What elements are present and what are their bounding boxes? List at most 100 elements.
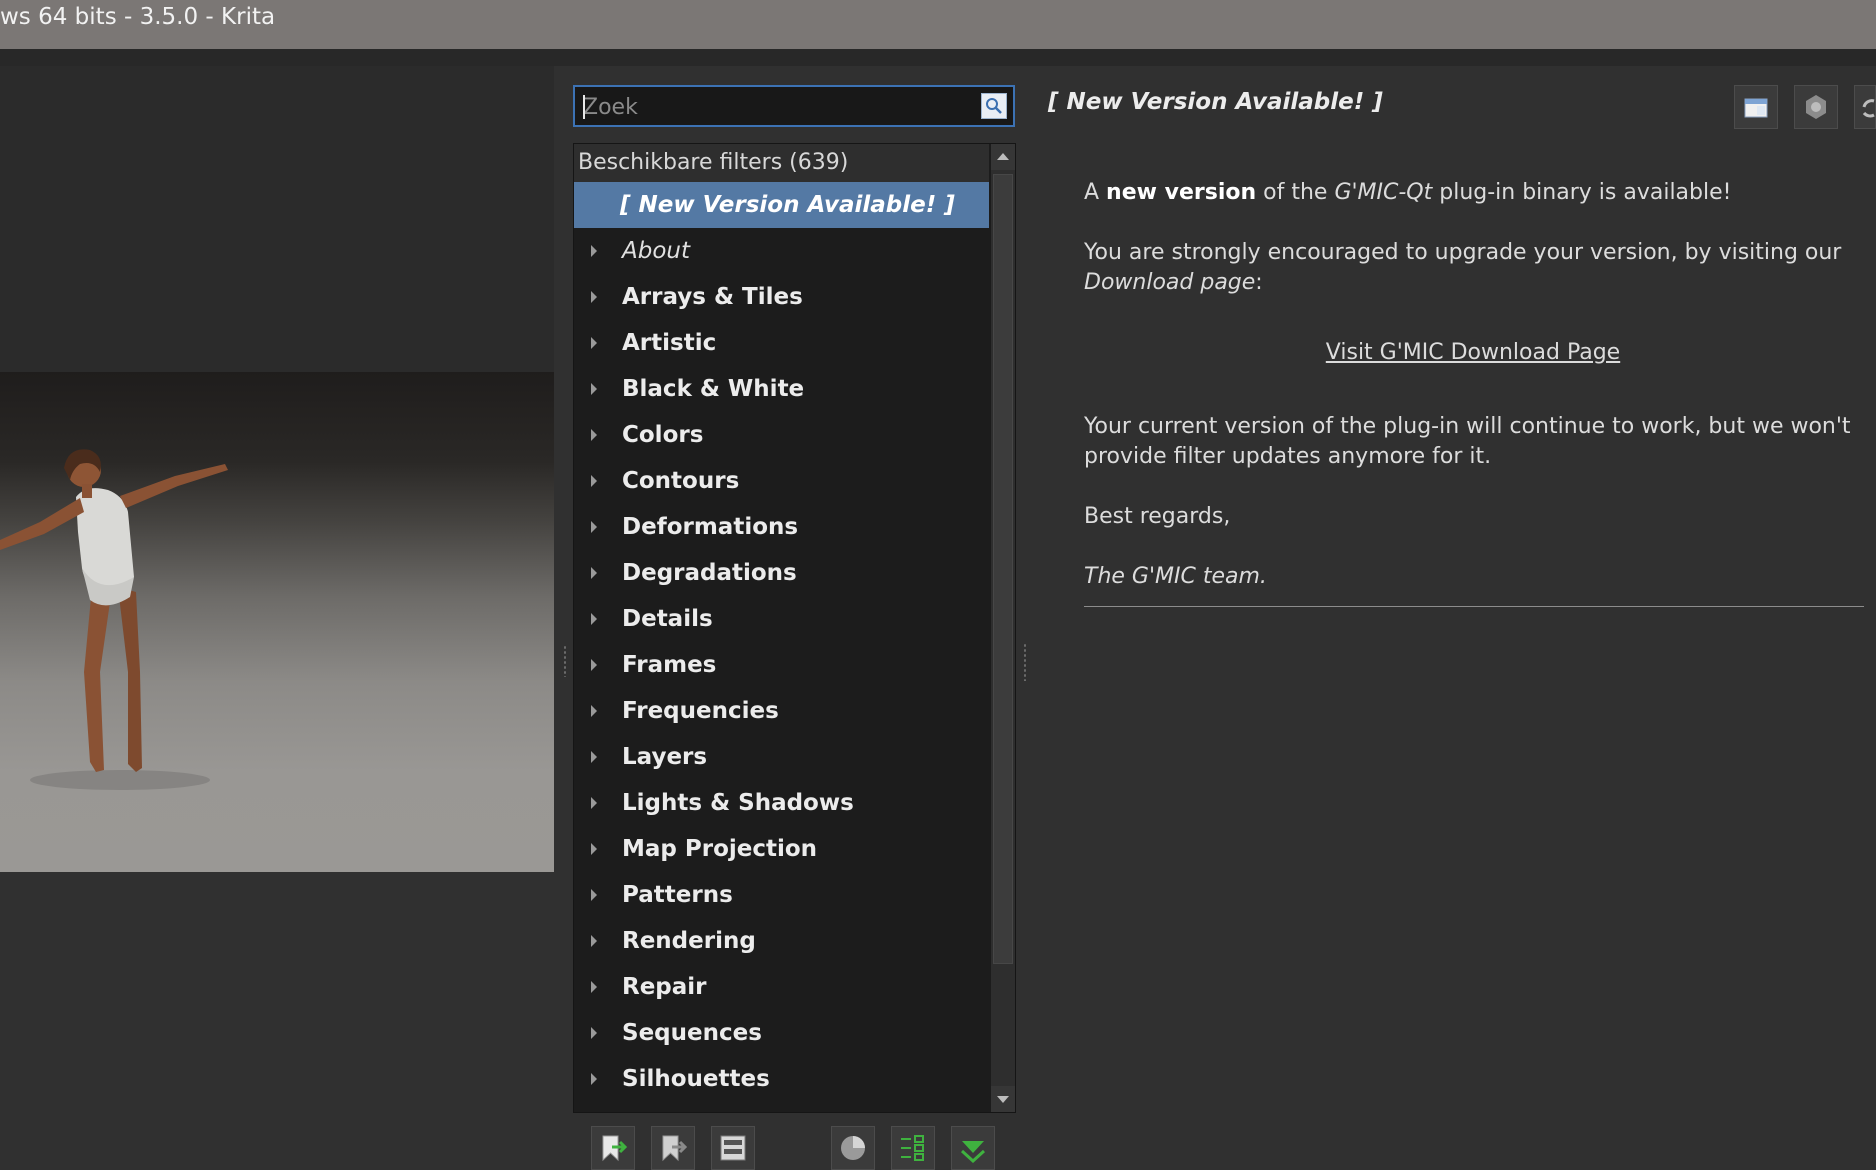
expand-arrow-icon[interactable] xyxy=(591,567,597,579)
scroll-down-arrow-icon[interactable] xyxy=(991,1086,1015,1112)
tree-item-label: Black & White xyxy=(622,376,805,402)
tree-item-artistic[interactable]: Artistic xyxy=(574,320,989,366)
preview-image xyxy=(0,372,554,872)
settings-button[interactable] xyxy=(1794,85,1838,129)
tree-item-label: Map Projection xyxy=(622,836,818,862)
expand-arrow-icon[interactable] xyxy=(591,1027,597,1039)
tree-item-map-projection[interactable]: Map Projection xyxy=(574,826,989,872)
tree-item-label: Details xyxy=(622,606,713,632)
toggle-visibility-button[interactable] xyxy=(831,1126,875,1170)
preview-window-button[interactable] xyxy=(1734,85,1778,129)
tree-item-colors[interactable]: Colors xyxy=(574,412,989,458)
tree-item-label: Degradations xyxy=(622,560,797,586)
tree-item-patterns[interactable]: Patterns xyxy=(574,872,989,918)
tree-item-arrays-tiles[interactable]: Arrays & Tiles xyxy=(574,274,989,320)
tree-item-label: Layers xyxy=(622,744,708,770)
remove-favorite-icon xyxy=(662,1135,688,1162)
filters-tree[interactable]: Beschikbare filters (639) [ New Version … xyxy=(573,143,1016,1113)
tree-item-black-white[interactable]: Black & White xyxy=(574,366,989,412)
refresh-button[interactable] xyxy=(1854,85,1876,129)
tree-item-label: Lights & Shadows xyxy=(622,790,854,816)
message-line-continue: Your current version of the plug-in will… xyxy=(1084,414,1851,469)
tree-item-frames[interactable]: Frames xyxy=(574,642,989,688)
tree-item-deformations[interactable]: Deformations xyxy=(574,504,989,550)
expand-arrow-icon[interactable] xyxy=(591,659,597,671)
search-input[interactable] xyxy=(581,91,965,123)
rename-favorite-button[interactable] xyxy=(711,1126,755,1170)
filters-tree-header: Beschikbare filters (639) xyxy=(574,144,989,182)
tree-item-details[interactable]: Details xyxy=(574,596,989,642)
message-line-regards: Best regards, xyxy=(1084,504,1231,529)
select-all-button[interactable] xyxy=(891,1126,935,1170)
remove-favorite-button[interactable] xyxy=(651,1126,695,1170)
expand-arrow-icon[interactable] xyxy=(591,475,597,487)
tree-item-label: Patterns xyxy=(622,882,733,908)
tree-item-new-version[interactable]: [ New Version Available! ] xyxy=(574,182,989,228)
expand-arrow-icon[interactable] xyxy=(591,797,597,809)
select-all-icon xyxy=(901,1135,924,1161)
tree-item-lights-shadows[interactable]: Lights & Shadows xyxy=(574,780,989,826)
expand-arrow-icon[interactable] xyxy=(591,245,597,257)
expand-arrow-icon[interactable] xyxy=(591,291,597,303)
filter-title: [ New Version Available! ] xyxy=(1048,89,1383,115)
title-bar-shadow xyxy=(0,49,1876,66)
search-button[interactable] xyxy=(981,93,1007,119)
search-icon xyxy=(986,98,1002,114)
tree-item-contours[interactable]: Contours xyxy=(574,458,989,504)
tree-scrollbar[interactable] xyxy=(991,144,1015,1112)
tree-item-sequences[interactable]: Sequences xyxy=(574,1010,989,1056)
tree-item-silhouettes[interactable]: Silhouettes xyxy=(574,1056,989,1102)
expand-arrow-icon[interactable] xyxy=(591,889,597,901)
add-favorite-button[interactable] xyxy=(591,1126,635,1170)
expand-arrow-icon[interactable] xyxy=(591,705,597,717)
visibility-icon xyxy=(841,1136,865,1160)
tree-item-label: Deformations xyxy=(622,514,799,540)
expand-arrow-icon[interactable] xyxy=(591,935,597,947)
tree-item-rendering[interactable]: Rendering xyxy=(574,918,989,964)
tree-item-label: Frequencies xyxy=(622,698,779,724)
tree-item-label: Artistic xyxy=(622,330,717,356)
message-divider xyxy=(1084,606,1864,607)
tree-item-label: Rendering xyxy=(622,928,756,954)
window-icon xyxy=(1744,98,1768,118)
tree-item-about[interactable]: About xyxy=(574,228,989,274)
tree-item-label: Colors xyxy=(622,422,704,448)
expand-arrow-icon[interactable] xyxy=(591,751,597,763)
expand-arrow-icon[interactable] xyxy=(591,429,597,441)
tree-item-frequencies[interactable]: Frequencies xyxy=(574,688,989,734)
tree-item-label: Sequences xyxy=(622,1020,762,1046)
message-line-new-version: A new version of the G'MIC-Qt plug-in bi… xyxy=(1084,180,1732,205)
expand-arrow-icon[interactable] xyxy=(591,1073,597,1085)
tree-item-label: Frames xyxy=(622,652,717,678)
expand-arrow-icon[interactable] xyxy=(591,383,597,395)
tree-item-label: Contours xyxy=(622,468,740,494)
tree-item-label: About xyxy=(622,238,691,264)
tree-item-degradations[interactable]: Degradations xyxy=(574,550,989,596)
filters-list: [ New Version Available! ] About Arrays … xyxy=(574,182,989,1102)
refresh-icon xyxy=(1862,99,1875,118)
expand-arrow-icon[interactable] xyxy=(591,843,597,855)
expand-arrow-icon[interactable] xyxy=(591,981,597,993)
scroll-up-arrow-icon[interactable] xyxy=(991,144,1015,170)
tree-item-repair[interactable]: Repair xyxy=(574,964,989,1010)
title-bar: ws 64 bits - 3.5.0 - Krita xyxy=(0,0,1876,49)
download-icon xyxy=(960,1141,986,1163)
tree-item-label: [ New Version Available! ] xyxy=(620,192,955,218)
message-line-signature: The G'MIC team. xyxy=(1084,564,1267,589)
message-line-upgrade: You are strongly encouraged to upgrade y… xyxy=(1084,240,1842,295)
expand-arrow-icon[interactable] xyxy=(591,613,597,625)
download-filters-button[interactable] xyxy=(951,1126,995,1170)
download-page-link[interactable]: Visit G'MIC Download Page xyxy=(1084,340,1862,365)
settings-gear-icon xyxy=(1806,95,1826,119)
window-title: ws 64 bits - 3.5.0 - Krita xyxy=(0,4,276,30)
expand-arrow-icon[interactable] xyxy=(591,521,597,533)
text-cursor xyxy=(583,95,585,119)
scroll-thumb[interactable] xyxy=(993,174,1013,964)
tree-item-label: Arrays & Tiles xyxy=(622,284,803,310)
expand-arrow-icon[interactable] xyxy=(591,337,597,349)
preview-splitter-handle[interactable] xyxy=(563,645,567,677)
tree-item-layers[interactable]: Layers xyxy=(574,734,989,780)
panel-splitter-handle[interactable] xyxy=(1023,643,1027,681)
preview-pane xyxy=(0,66,554,872)
filter-search-box[interactable] xyxy=(573,85,1015,127)
